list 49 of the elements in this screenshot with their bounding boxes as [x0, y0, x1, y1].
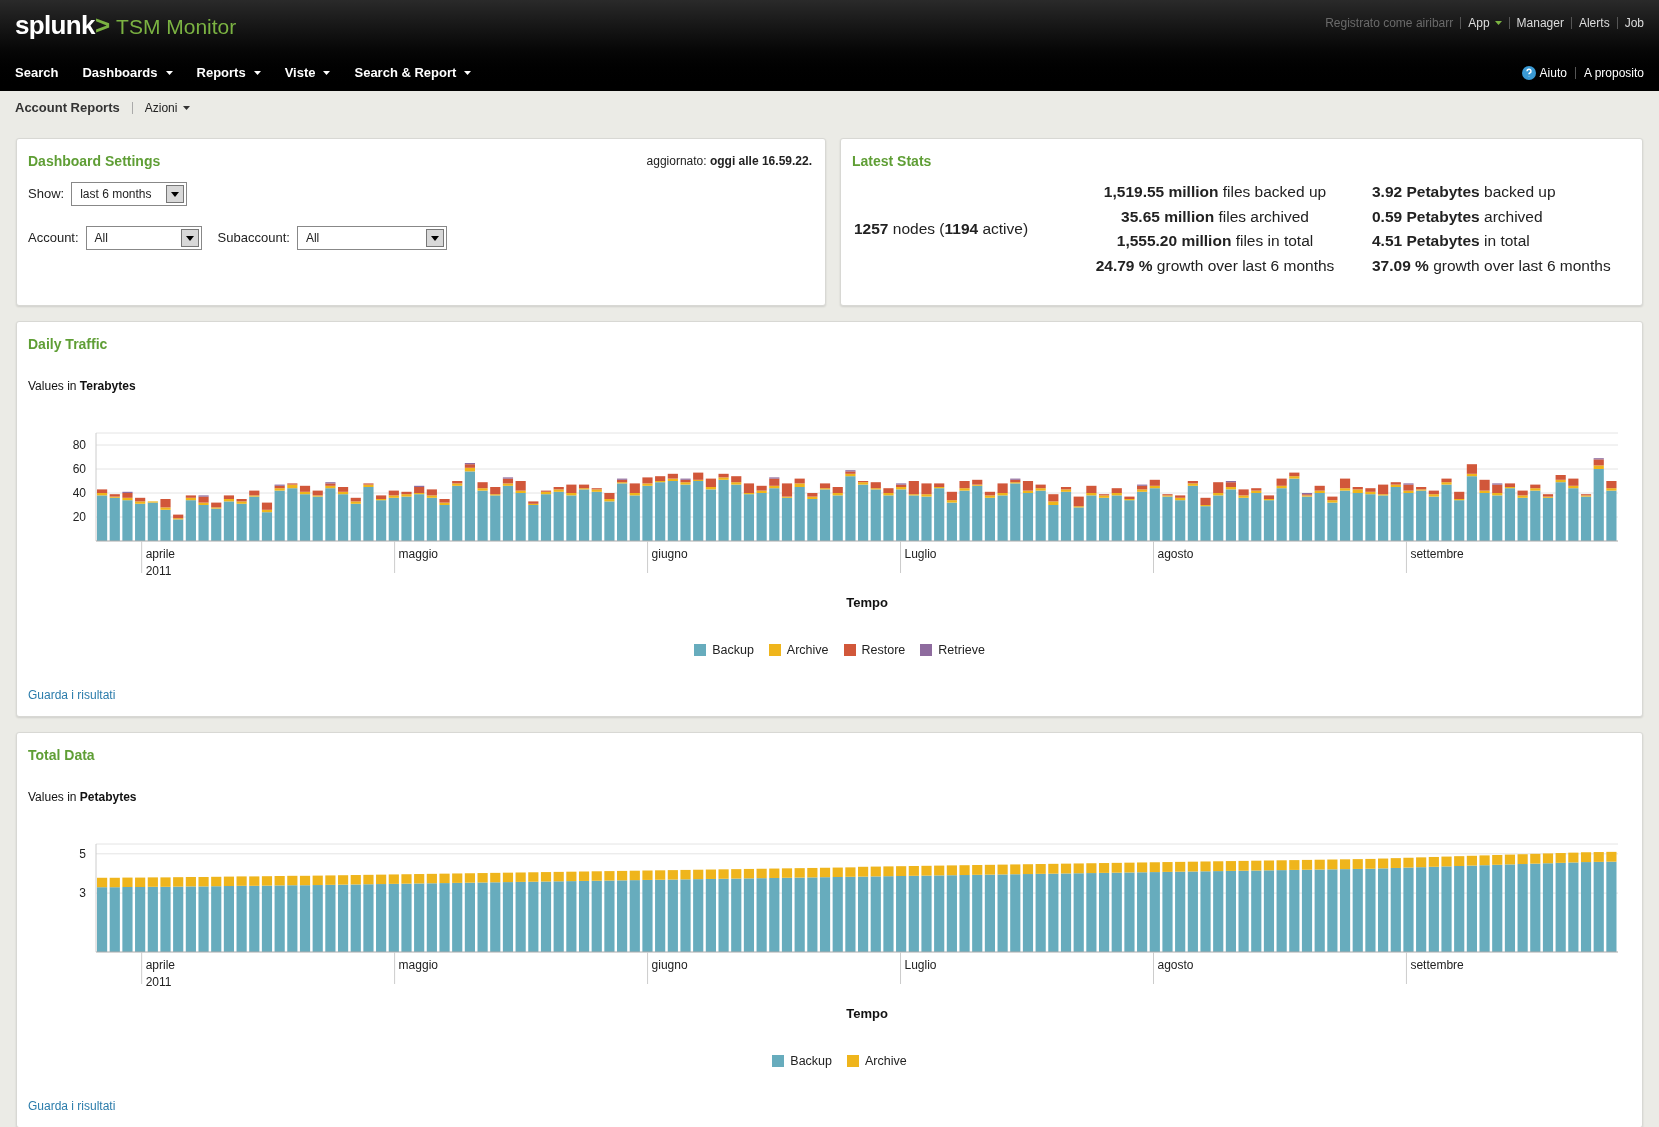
legend-label: Archive: [786, 642, 829, 659]
x-tick-label: aprile: [145, 547, 175, 561]
x-tick-label: giugno: [651, 547, 688, 561]
x-tick-label: settembre: [1410, 547, 1464, 561]
x-tick-label: giugno: [651, 957, 688, 972]
stat-line: 35.65 million files archived: [1121, 206, 1309, 227]
y-tick-label: 60: [72, 462, 86, 476]
chart-subtitle: Values in Terabytes: [28, 378, 137, 395]
page-title: Account Reports: [15, 99, 120, 118]
x-tick-label: maggio: [398, 547, 438, 561]
chart-subtitle: Values in Petabytes: [28, 788, 138, 806]
stat-line: 24.79 % growth over last 6 months: [1095, 255, 1335, 276]
x-tick-label: aprile: [145, 957, 175, 972]
x-tick-label: agosto: [1157, 547, 1194, 561]
legend-label: Backup: [790, 1052, 832, 1070]
panel-title: Latest Stats: [852, 152, 933, 171]
y-tick-label: 3: [79, 885, 86, 900]
panel-title: Total Data: [28, 745, 96, 765]
y-tick-label: 20: [72, 510, 86, 524]
nodes-summary: 1257 nodes (1194 active): [853, 219, 1030, 240]
field-label: Account:: [28, 229, 79, 248]
panel-title: Daily Traffic: [28, 335, 109, 354]
y-tick-label: 40: [72, 486, 86, 500]
x-tick-label: Luglio: [904, 547, 937, 561]
y-tick-label: 80: [72, 438, 86, 452]
legend-label: Restore: [861, 642, 906, 659]
field-label: Show:: [28, 185, 65, 204]
legend-label: Backup: [712, 642, 754, 659]
logged-in-label: Registrato come airibarr: [1325, 15, 1454, 32]
panel-title: Dashboard Settings: [28, 152, 161, 171]
x-tick-label: maggio: [398, 957, 438, 972]
stat-line: 1,555.20 million files in total: [1116, 231, 1314, 251]
stat-line: 0.59 Petabytes archived: [1372, 206, 1543, 227]
x-tick-label: Luglio: [904, 957, 937, 972]
stat-line: 1,519.55 million files backed up: [1103, 182, 1327, 202]
field-label: Subaccount:: [217, 229, 290, 248]
x-tick-label: 2011: [145, 564, 172, 578]
x-tick-label: settembre: [1410, 957, 1464, 972]
legend-label: Retrieve: [938, 642, 985, 659]
axis-title: Tempo: [846, 595, 888, 610]
stat-line: 37.09 % growth over last 6 months: [1372, 255, 1611, 276]
x-tick-label: 2011: [145, 974, 172, 989]
legend-label: Archive: [865, 1052, 907, 1070]
stat-line: 4.51 Petabytes in total: [1372, 231, 1530, 251]
y-tick-label: 5: [79, 846, 86, 861]
x-tick-label: agosto: [1157, 957, 1194, 972]
updated-timestamp: aggiornato: oggi alle 16.59.22.: [646, 153, 812, 170]
axis-title: Tempo: [846, 1005, 888, 1021]
stat-line: 3.92 Petabytes backed up: [1372, 182, 1556, 202]
